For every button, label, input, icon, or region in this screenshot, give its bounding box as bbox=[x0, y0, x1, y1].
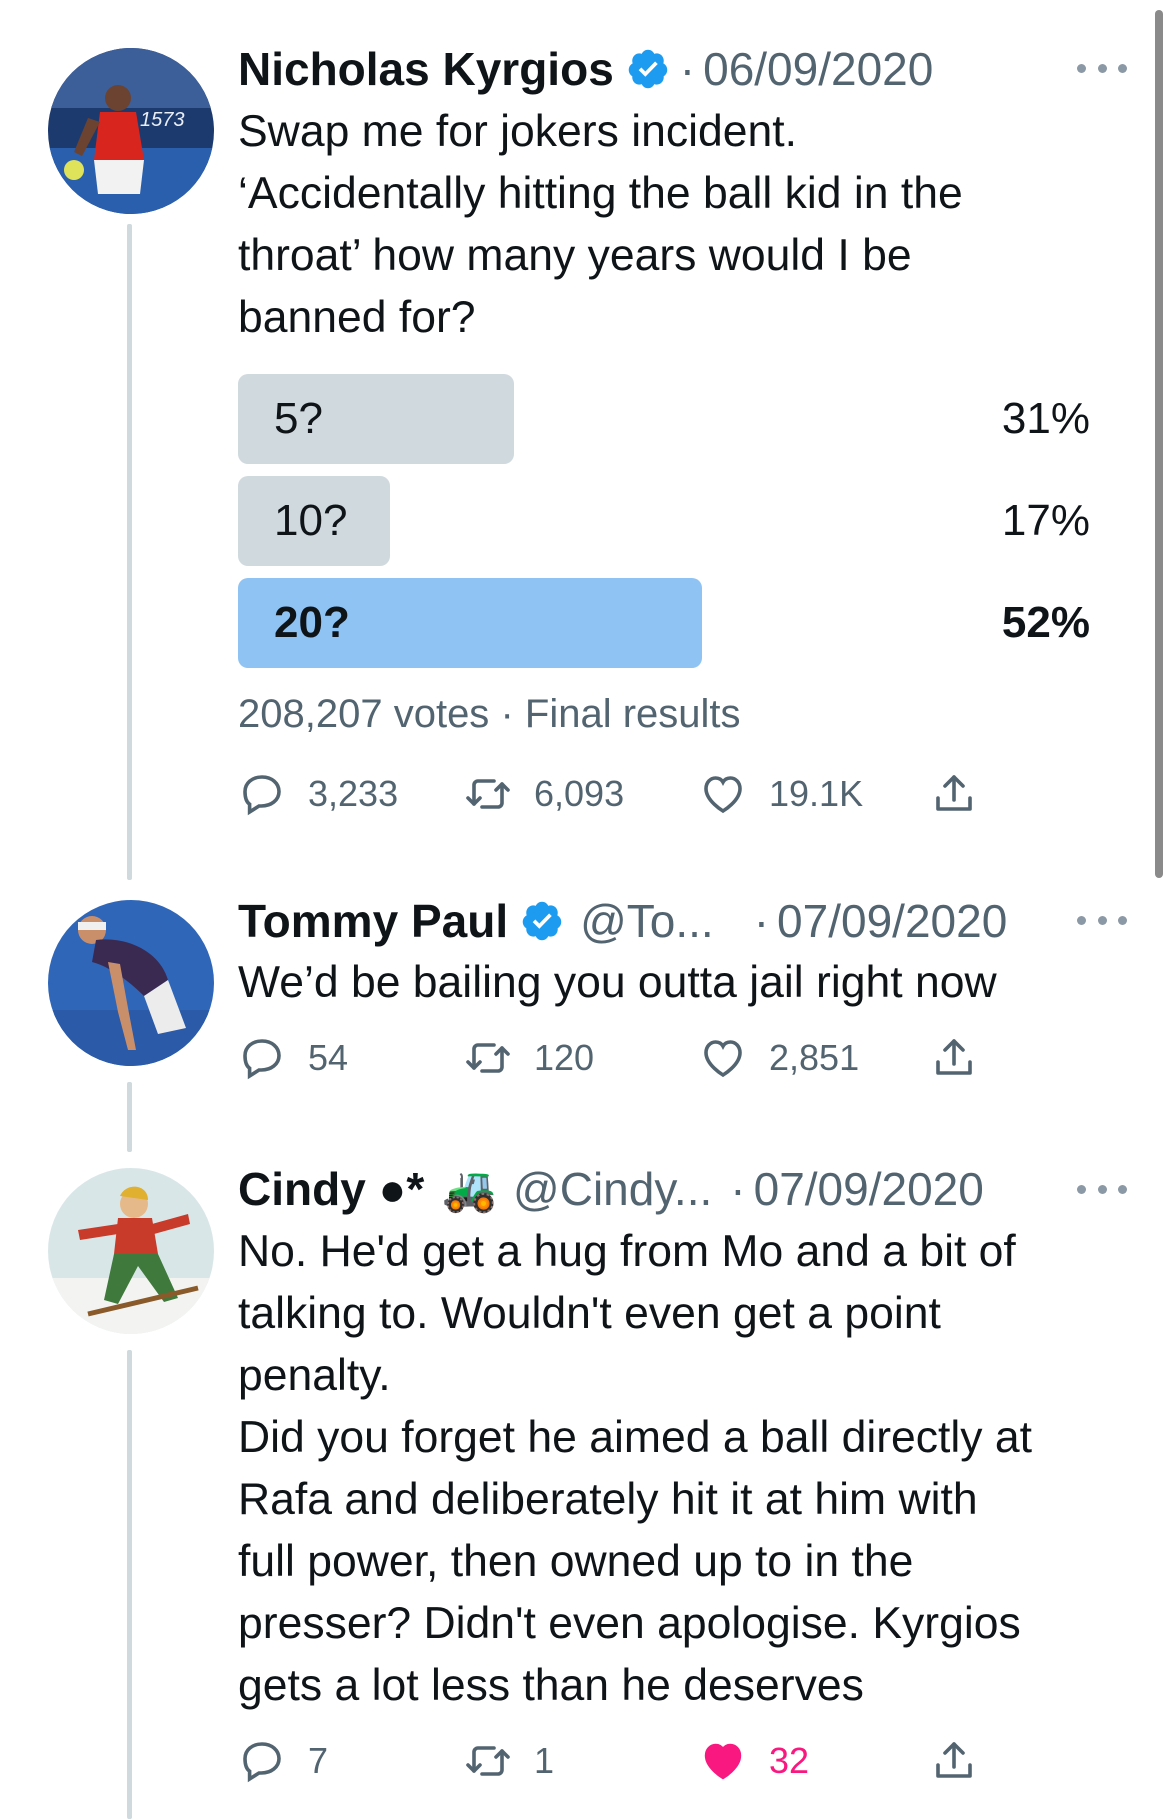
retweet-count: 120 bbox=[534, 1037, 595, 1078]
tweet-text-line: penalty. bbox=[238, 1351, 391, 1400]
tweet-text-line: Swap me for jokers incident. bbox=[238, 107, 797, 156]
tweet-text: We’d be bailing you outta jail right now bbox=[238, 952, 1138, 1014]
reply-count: 54 bbox=[308, 1037, 349, 1078]
tweet-date[interactable]: 06/09/2020 bbox=[703, 42, 933, 96]
tweet-nicholas-kyrgios[interactable]: 1573 Nicholas Kyrgios · 06/09/2020 Swap … bbox=[0, 0, 1169, 880]
share-button[interactable] bbox=[930, 1030, 1000, 1086]
poll-option-label: 20? bbox=[274, 598, 350, 647]
tweet-date[interactable]: 07/09/2020 bbox=[777, 894, 1007, 948]
separator-dot: · bbox=[730, 1163, 746, 1215]
svg-text:1573: 1573 bbox=[140, 109, 185, 131]
tweet-text-line: presser? Didn't even apologise. Kyrgios bbox=[238, 1599, 1021, 1648]
author-handle[interactable]: @Cindy... bbox=[513, 1162, 712, 1216]
tweet-text-line: Did you forget he aimed a ball directly … bbox=[238, 1413, 1033, 1462]
verified-badge-icon bbox=[522, 901, 562, 941]
reply-icon bbox=[243, 1742, 281, 1783]
like-count: 2,851 bbox=[769, 1037, 860, 1078]
retweet-button[interactable]: 6,093 bbox=[464, 766, 624, 822]
like-icon bbox=[704, 1040, 742, 1078]
poll-option-percent: 52% bbox=[1001, 598, 1090, 647]
tweet-date[interactable]: 07/09/2020 bbox=[754, 1162, 984, 1216]
reply-count: 7 bbox=[308, 1740, 329, 1781]
share-icon bbox=[936, 1742, 972, 1778]
tweet-text-line: talking to. Wouldn't even get a point bbox=[238, 1289, 941, 1338]
retweet-button[interactable]: 120 bbox=[464, 1030, 594, 1086]
like-count: 19.1K bbox=[769, 773, 864, 814]
author-handle[interactable]: @To... bbox=[580, 894, 714, 948]
author-name[interactable]: Nicholas Kyrgios bbox=[238, 42, 614, 96]
reply-icon bbox=[243, 1039, 281, 1080]
like-button[interactable]: 2,851 bbox=[699, 1030, 859, 1086]
tweet-text-line: We’d be bailing you outta jail right now bbox=[238, 958, 997, 1007]
retweet-count: 6,093 bbox=[534, 773, 625, 814]
poll-option-winner: 20? 52% bbox=[238, 578, 1090, 668]
tweet-actions: 7 1 32 bbox=[238, 1733, 998, 1789]
tweet-actions: 3,233 6,093 19.1K bbox=[238, 766, 998, 822]
like-count: 32 bbox=[769, 1740, 810, 1781]
separator-dot: · bbox=[500, 692, 514, 736]
retweet-button[interactable]: 1 bbox=[464, 1733, 554, 1789]
poll-status: Final results bbox=[524, 692, 741, 736]
tweet-text-line: full power, then owned up to in the bbox=[238, 1537, 914, 1586]
tweet-text-line: gets a lot less than he deserves bbox=[238, 1661, 864, 1710]
tweet-text-line: No. He'd get a hug from Mo and a bit of bbox=[238, 1227, 1016, 1276]
like-button[interactable]: 19.1K bbox=[699, 766, 863, 822]
tweet-header: Cindy ●* 🚜 @Cindy... · 07/09/2020 bbox=[238, 1158, 984, 1220]
retweet-icon bbox=[466, 1746, 510, 1776]
share-icon bbox=[936, 775, 972, 811]
reply-icon bbox=[243, 775, 281, 816]
author-name[interactable]: Cindy ●* bbox=[238, 1162, 424, 1216]
more-icon[interactable] bbox=[1077, 56, 1127, 80]
poll-option-label: 10? bbox=[274, 496, 348, 545]
like-button[interactable]: 32 bbox=[699, 1733, 809, 1789]
tweet-text-line: banned for? bbox=[238, 293, 476, 342]
tweet-text-line: ‘Accidentally hitting the ball kid in th… bbox=[238, 169, 963, 218]
tweet-header: Tommy Paul @To... · 07/09/2020 bbox=[238, 890, 1007, 952]
poll-option: 5? 31% bbox=[238, 374, 1090, 464]
tweet-text: Swap me for jokers incident. ‘Accidental… bbox=[238, 101, 1138, 349]
author-name[interactable]: Tommy Paul bbox=[238, 894, 508, 948]
more-icon[interactable] bbox=[1077, 1177, 1127, 1201]
retweet-icon bbox=[466, 779, 510, 809]
poll-option-percent: 31% bbox=[1001, 394, 1090, 443]
poll-votes: 208,207 votes bbox=[238, 692, 490, 736]
reply-button[interactable]: 3,233 bbox=[238, 766, 398, 822]
tweet-text-line: throat’ how many years would I be bbox=[238, 231, 912, 280]
reply-count: 3,233 bbox=[308, 773, 399, 814]
separator-dot: · bbox=[679, 43, 696, 95]
like-icon bbox=[704, 776, 742, 814]
tweet-text-line: Rafa and deliberately hit it at him with bbox=[238, 1475, 978, 1524]
retweet-icon bbox=[466, 1043, 510, 1073]
more-icon[interactable] bbox=[1077, 908, 1127, 932]
share-icon bbox=[936, 1039, 972, 1075]
tweet-text: No. He'd get a hug from Mo and a bit of … bbox=[238, 1221, 1138, 1717]
poll-option-percent: 17% bbox=[1001, 496, 1090, 545]
tweet-tommy-paul[interactable]: Tommy Paul @To... · 07/09/2020 We’d be b… bbox=[0, 880, 1169, 1150]
verified-badge-icon bbox=[628, 49, 668, 89]
poll-option-label: 5? bbox=[274, 394, 323, 443]
avatar[interactable] bbox=[48, 900, 214, 1066]
avatar[interactable] bbox=[48, 1168, 214, 1334]
tractor-emoji: 🚜 bbox=[442, 1165, 498, 1214]
tweet-actions: 54 120 2,851 bbox=[238, 1030, 998, 1086]
tweet-cindy[interactable]: Cindy ●* 🚜 @Cindy... · 07/09/2020 No. He… bbox=[0, 1150, 1169, 1819]
share-button[interactable] bbox=[930, 766, 1000, 822]
reply-button[interactable]: 54 bbox=[238, 1030, 348, 1086]
poll-summary: 208,207 votes · Final results bbox=[238, 692, 741, 737]
like-icon bbox=[704, 1743, 742, 1780]
poll-option: 10? 17% bbox=[238, 476, 1090, 566]
reply-button[interactable]: 7 bbox=[238, 1733, 328, 1789]
share-button[interactable] bbox=[930, 1733, 1000, 1789]
tweet-header: Nicholas Kyrgios · 06/09/2020 bbox=[238, 38, 933, 100]
avatar[interactable]: 1573 bbox=[48, 48, 214, 214]
separator-dot: · bbox=[753, 895, 770, 947]
retweet-count: 1 bbox=[534, 1740, 555, 1781]
